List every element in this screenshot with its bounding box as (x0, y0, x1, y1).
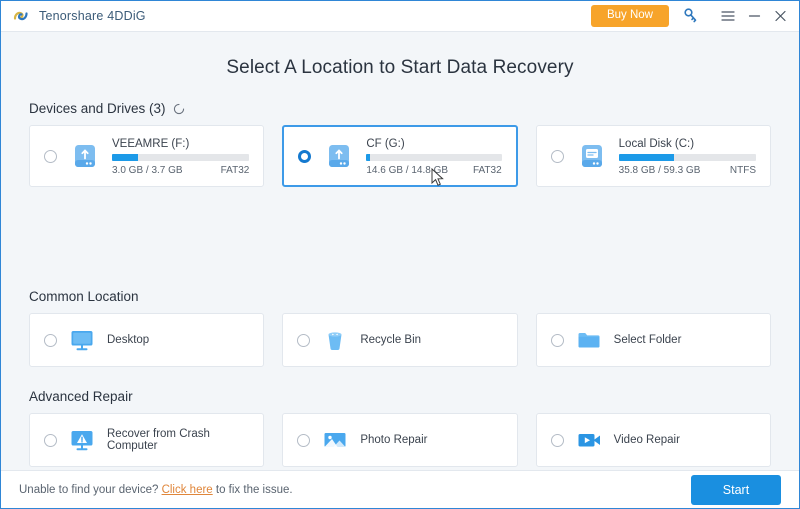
drive-info-g: CF (G:) 14.6 GB / 14.8 GB FAT32 (366, 136, 502, 176)
drive-name-g: CF (G:) (366, 138, 405, 150)
select-folder-label: Select Folder (613, 334, 682, 346)
usb-drive-icon (68, 139, 102, 173)
photo-repair-label: Photo Repair (360, 434, 428, 446)
drive-usage-bar-f (112, 154, 250, 161)
drive-usage-bar-g (366, 154, 502, 161)
device-help-note: Unable to find your device? Click here t… (19, 484, 293, 496)
drive-filesystem-g: FAT32 (472, 165, 502, 176)
crash-computer-icon (68, 426, 96, 454)
close-icon[interactable] (767, 4, 793, 28)
advanced-repair-grid: Recover from Crash Computer Photo Repair (29, 413, 771, 467)
minimize-icon[interactable] (741, 4, 767, 28)
app-window: Tenorshare 4DDiG Buy Now Select A Locati… (0, 0, 800, 509)
video-repair-label: Video Repair (613, 434, 680, 446)
drive-name-c: Local Disk (C:) (618, 138, 695, 150)
common-location-grid: Desktop Recycle Bin Select Folder (29, 313, 771, 367)
drive-meta-g: 14.6 GB / 14.8 GB FAT32 (366, 165, 501, 176)
folder-icon (575, 326, 603, 354)
select-folder-radio[interactable] (550, 333, 564, 347)
devices-section-heading: Devices and Drives (3) (29, 101, 771, 116)
repair-card-crash-computer[interactable]: Recover from Crash Computer (29, 413, 265, 467)
crash-computer-radio[interactable] (44, 433, 57, 447)
drive-card-c[interactable]: Local Disk (C:) 35.8 GB / 59.3 GB NTFS (535, 125, 771, 187)
usb-drive-icon (322, 139, 356, 173)
drive-usage-text-g: 14.6 GB / 14.8 GB (366, 165, 449, 176)
recycle-bin-icon (321, 326, 349, 354)
drive-usage-text-f: 3.0 GB / 3.7 GB (112, 165, 183, 176)
crash-computer-label: Recover from Crash Computer (107, 428, 210, 452)
app-title: Tenorshare 4DDiG (39, 9, 146, 23)
main-content: Select A Location to Start Data Recovery… (1, 32, 799, 470)
common-location-heading: Common Location (29, 289, 139, 304)
devices-heading-label: Devices and Drives (3) (29, 101, 166, 116)
hard-disk-icon (575, 139, 609, 173)
drives-grid: VEEAMRE (F:) 3.0 GB / 3.7 GB FAT32 CF (G… (29, 125, 771, 187)
recycle-bin-radio[interactable] (297, 333, 311, 347)
drive-info-c: Local Disk (C:) 35.8 GB / 59.3 GB NTFS (618, 136, 756, 176)
video-camera-icon (575, 426, 603, 454)
key-icon[interactable] (681, 6, 701, 26)
monitor-icon (68, 326, 96, 354)
drive-usage-bar-c (618, 154, 756, 161)
click-here-link[interactable]: Click here (162, 484, 213, 496)
drive-meta-c: 35.8 GB / 59.3 GB NTFS (619, 165, 756, 176)
buy-now-button[interactable]: Buy Now (590, 4, 669, 28)
drive-card-f[interactable]: VEEAMRE (F:) 3.0 GB / 3.7 GB FAT32 (29, 125, 265, 187)
drive-meta-f: 3.0 GB / 3.7 GB FAT32 (112, 165, 249, 176)
video-repair-radio[interactable] (550, 433, 564, 447)
advanced-repair-heading: Advanced Repair (29, 389, 133, 404)
footer-bar: Unable to find your device? Click here t… (1, 470, 799, 508)
location-card-desktop[interactable]: Desktop (29, 313, 265, 367)
recycle-bin-label: Recycle Bin (360, 334, 422, 346)
drive-filesystem-c: NTFS (729, 165, 756, 176)
device-help-prefix: Unable to find your device? (19, 483, 162, 496)
photo-repair-radio[interactable] (297, 433, 311, 447)
desktop-radio[interactable] (44, 333, 57, 347)
drive-radio-f[interactable] (44, 149, 57, 163)
location-card-select-folder[interactable]: Select Folder (535, 313, 771, 367)
hamburger-menu-icon[interactable] (715, 4, 741, 28)
drive-name-f: VEEAMRE (F:) (112, 138, 190, 150)
drive-filesystem-f: FAT32 (220, 165, 250, 176)
repair-card-video[interactable]: Video Repair (535, 413, 771, 467)
page-title: Select A Location to Start Data Recovery (226, 57, 574, 78)
drive-usage-text-c: 35.8 GB / 59.3 GB (618, 165, 701, 176)
drive-info-f: VEEAMRE (F:) 3.0 GB / 3.7 GB FAT32 (112, 136, 250, 176)
desktop-label: Desktop (107, 334, 150, 346)
drive-card-g[interactable]: CF (G:) 14.6 GB / 14.8 GB FAT32 (282, 125, 518, 187)
drive-radio-c[interactable] (550, 149, 564, 163)
start-button[interactable]: Start (691, 474, 781, 505)
drive-radio-g[interactable] (298, 149, 312, 163)
photo-icon (321, 426, 349, 454)
repair-card-photo[interactable]: Photo Repair (282, 413, 518, 467)
refresh-icon[interactable] (173, 103, 185, 115)
device-help-suffix: to fix the issue. (212, 483, 293, 496)
tenorshare-logo-icon (11, 6, 31, 26)
title-bar: Tenorshare 4DDiG Buy Now (1, 1, 799, 32)
location-card-recycle-bin[interactable]: Recycle Bin (282, 313, 518, 367)
